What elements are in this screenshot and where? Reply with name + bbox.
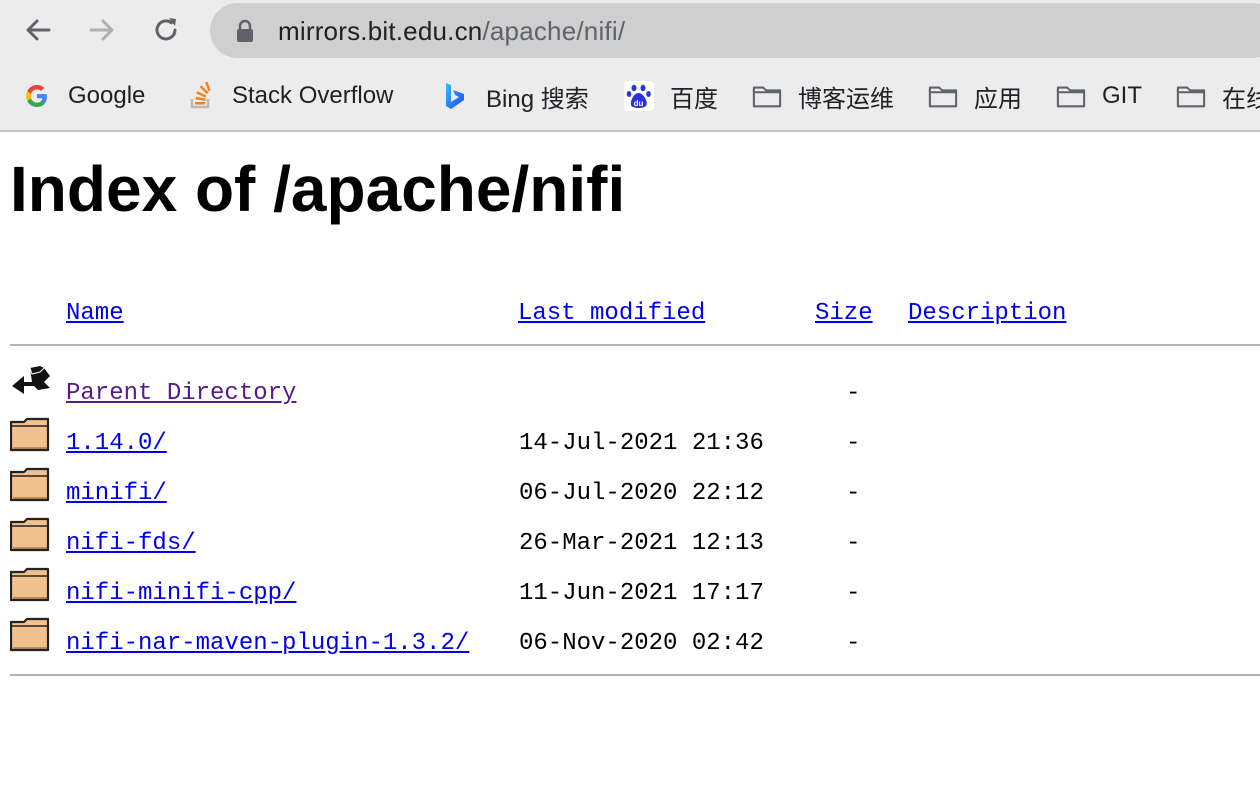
- column-header-size[interactable]: Size: [815, 300, 873, 327]
- baidu-icon: du: [624, 81, 654, 111]
- footer-divider: [10, 674, 1260, 676]
- table-row: minifi/ 06-Jul-2020 22:12 -: [0, 464, 1260, 514]
- table-row: 1.14.0/ 14-Jul-2021 21:36 -: [0, 414, 1260, 464]
- table-row: nifi-fds/ 26-Mar-2021 12:13 -: [0, 514, 1260, 564]
- stackoverflow-icon: [186, 81, 216, 111]
- bing-icon: [440, 81, 470, 111]
- bookmark-label: 百度: [670, 85, 718, 113]
- bookmark-google[interactable]: Google: [22, 62, 145, 130]
- row-size: -: [846, 530, 861, 557]
- folder-icon: [10, 467, 50, 502]
- folder-icon: [10, 417, 50, 452]
- directory-link[interactable]: nifi-fds/: [66, 530, 196, 557]
- table-row: Parent Directory -: [0, 364, 1260, 414]
- back-arrow-icon: [26, 19, 51, 41]
- bookmark-label: GIT: [1102, 82, 1142, 109]
- bookmark-label: Stack Overflow: [232, 82, 394, 109]
- folder-icon: [752, 81, 782, 111]
- url-host: mirrors.bit.edu.cn: [278, 16, 483, 46]
- row-date: 06-Jul-2020 22:12: [519, 480, 764, 507]
- header-divider: [10, 344, 1260, 346]
- reload-icon: [155, 18, 177, 41]
- column-header-name[interactable]: Name: [66, 300, 124, 327]
- bookmark-stackoverflow[interactable]: Stack Overflow: [186, 62, 393, 130]
- directory-link[interactable]: minifi/: [66, 480, 167, 507]
- url-path: /apache/nifi/: [482, 16, 626, 46]
- bookmark-label: 在线: [1222, 85, 1260, 113]
- lock-icon: [237, 19, 253, 42]
- folder-icon: [10, 617, 50, 652]
- row-date: 11-Jun-2021 17:17: [519, 580, 764, 607]
- row-date: 06-Nov-2020 02:42: [519, 630, 764, 657]
- column-header-last-modified[interactable]: Last modified: [518, 300, 705, 327]
- directory-link[interactable]: nifi-nar-maven-plugin-1.3.2/: [66, 630, 469, 657]
- page-title: Index of /apache/nifi: [10, 153, 626, 225]
- bookmark-label: Google: [68, 82, 146, 109]
- folder-icon: [928, 81, 958, 111]
- directory-link[interactable]: 1.14.0/: [66, 430, 167, 457]
- bookmark-folder-git[interactable]: GIT: [1056, 62, 1142, 130]
- browser-toolbar: mirrors.bit.edu.cn/apache/nifi/: [0, 0, 1260, 62]
- forward-button[interactable]: [84, 12, 120, 48]
- back-button[interactable]: [20, 12, 56, 48]
- bookmark-folder-apps[interactable]: 应用: [928, 62, 1022, 130]
- row-size: -: [846, 430, 861, 457]
- folder-icon: [1056, 81, 1086, 111]
- directory-link[interactable]: nifi-minifi-cpp/: [66, 580, 296, 607]
- bookmark-label: 应用: [974, 85, 1022, 113]
- address-bar[interactable]: mirrors.bit.edu.cn/apache/nifi/: [210, 3, 1260, 58]
- bookmark-label: 博客运维: [798, 85, 894, 113]
- bookmark-folder-online[interactable]: 在线: [1176, 62, 1260, 130]
- reload-button[interactable]: [148, 12, 184, 48]
- parent-directory-icon: [12, 366, 50, 394]
- bookmark-label: Bing 搜索: [486, 85, 589, 113]
- bookmark-bing[interactable]: Bing 搜索: [440, 62, 589, 130]
- row-date: 14-Jul-2021 21:36: [519, 430, 764, 457]
- table-row: nifi-nar-maven-plugin-1.3.2/ 06-Nov-2020…: [0, 614, 1260, 664]
- row-size: -: [846, 580, 861, 607]
- folder-icon: [1176, 81, 1206, 111]
- google-icon: [22, 81, 52, 111]
- bookmark-folder-blog-ops[interactable]: 博客运维: [752, 62, 894, 130]
- forward-arrow-icon: [89, 19, 114, 41]
- row-size: -: [846, 630, 861, 657]
- url-text[interactable]: mirrors.bit.edu.cn/apache/nifi/: [278, 16, 625, 47]
- parent-directory-link[interactable]: Parent Directory: [66, 380, 296, 407]
- folder-icon: [10, 567, 50, 602]
- column-header-description[interactable]: Description: [908, 300, 1066, 327]
- row-date: 26-Mar-2021 12:13: [519, 530, 764, 557]
- svg-text:du: du: [634, 99, 644, 108]
- table-row: nifi-minifi-cpp/ 11-Jun-2021 17:17 -: [0, 564, 1260, 614]
- row-size: -: [846, 480, 861, 507]
- folder-icon: [10, 517, 50, 552]
- row-size: -: [846, 380, 861, 407]
- bookmark-baidu[interactable]: du 百度: [624, 62, 718, 130]
- bookmarks-bar: Google Stack Overflow Bing 搜索 du 百度 博客运维…: [0, 62, 1260, 132]
